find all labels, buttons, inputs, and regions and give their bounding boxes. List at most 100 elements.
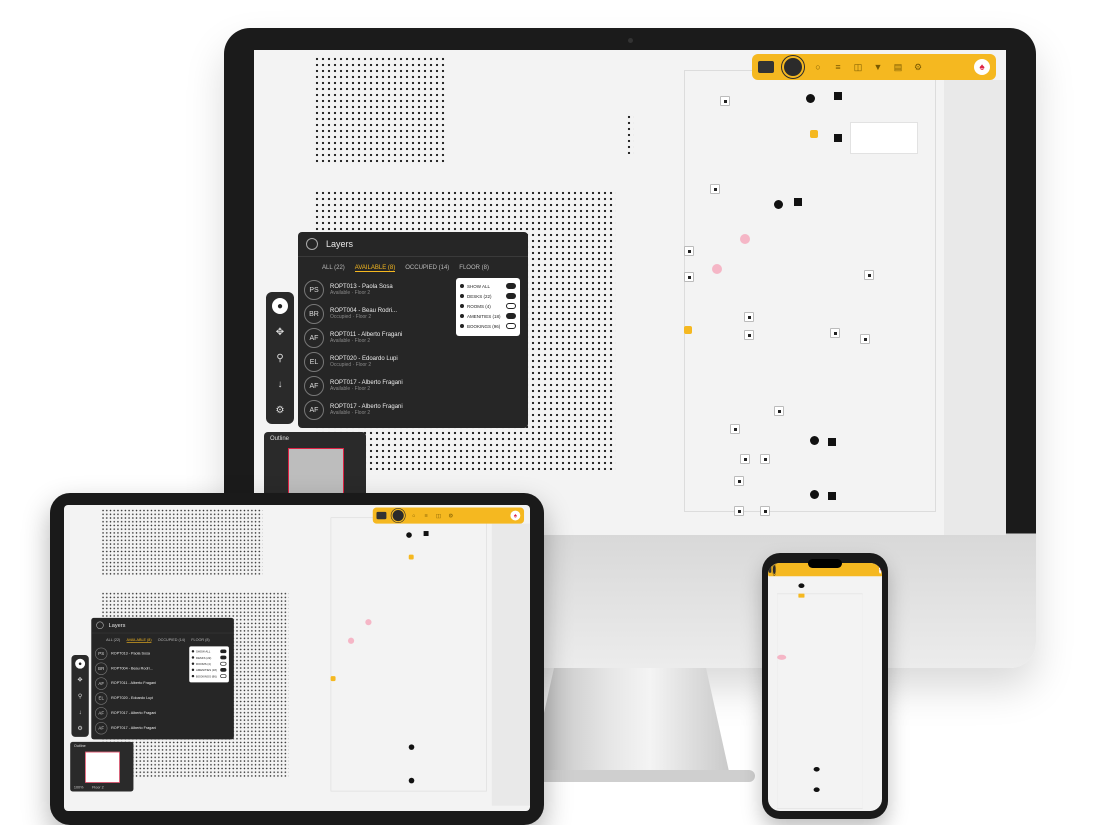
- occupied-marker[interactable]: [813, 787, 820, 792]
- room-marker[interactable]: [834, 92, 842, 100]
- occupied-marker[interactable]: [813, 767, 820, 772]
- search-icon[interactable]: ⚲: [75, 691, 85, 701]
- toggle[interactable]: [220, 661, 227, 666]
- tab-available[interactable]: AVAILABLE (8): [354, 265, 396, 272]
- grid-icon[interactable]: [768, 566, 772, 573]
- list-item[interactable]: AF ROPT017 - Alberto Fragani: [91, 706, 234, 721]
- logo-icon[interactable]: [391, 508, 405, 523]
- minimap-viewport[interactable]: [288, 448, 344, 498]
- desk-node[interactable]: [760, 454, 770, 464]
- selected-marker[interactable]: [777, 654, 787, 660]
- map-icon[interactable]: ◫: [852, 61, 864, 73]
- filter-option[interactable]: BOOKINGS (96): [460, 321, 516, 331]
- filter-option[interactable]: AMENITIES (18): [460, 311, 516, 321]
- list-icon[interactable]: ≡: [422, 512, 429, 519]
- room-marker[interactable]: [834, 134, 842, 142]
- bell-icon[interactable]: ○: [812, 61, 824, 73]
- occupied-marker[interactable]: [798, 583, 805, 588]
- desk-node[interactable]: [710, 184, 720, 194]
- user-avatar-icon[interactable]: ♠: [878, 565, 882, 574]
- room-marker[interactable]: [423, 531, 429, 536]
- list-item[interactable]: AF ROPT017 - Alberto Fragani Available · F…: [298, 374, 528, 398]
- logo-icon[interactable]: [772, 564, 776, 576]
- tab-occupied[interactable]: OCCUPIED (14): [405, 265, 449, 272]
- move-icon[interactable]: ✥: [272, 324, 288, 340]
- occupied-marker[interactable]: [810, 436, 819, 445]
- grid-icon[interactable]: [376, 511, 387, 520]
- desk-node[interactable]: [720, 96, 730, 106]
- settings-icon[interactable]: ⚙: [272, 402, 288, 418]
- grid-icon[interactable]: [758, 61, 774, 73]
- minimap-viewport[interactable]: [85, 751, 120, 783]
- filter-option[interactable]: ROOMS (4): [460, 301, 516, 311]
- desk-node[interactable]: [734, 506, 744, 516]
- toggle[interactable]: [220, 668, 227, 672]
- map-icon[interactable]: ◫: [435, 512, 442, 519]
- desk-node[interactable]: [684, 246, 694, 256]
- logo-icon[interactable]: [782, 56, 804, 78]
- occupied-marker[interactable]: [774, 200, 783, 209]
- occupied-marker[interactable]: [810, 490, 819, 499]
- desk-node[interactable]: [860, 334, 870, 344]
- occupied-marker[interactable]: [408, 744, 415, 750]
- list-item[interactable]: AF ROPT017 - Alberto Fragani Available · F…: [298, 398, 528, 422]
- toggle[interactable]: [506, 293, 516, 299]
- filter-icon[interactable]: ▼: [872, 61, 884, 73]
- tab-all[interactable]: ALL (22): [106, 638, 120, 642]
- selected-marker[interactable]: [740, 234, 750, 244]
- settings-icon[interactable]: ⚙: [912, 61, 924, 73]
- search-icon[interactable]: ⚲: [272, 350, 288, 366]
- list-icon[interactable]: ≡: [832, 61, 844, 73]
- occupied-marker[interactable]: [406, 532, 412, 538]
- filter-option[interactable]: DESKS (22): [460, 291, 516, 301]
- room-marker[interactable]: [794, 198, 802, 206]
- filter-option[interactable]: SHOW ALL: [460, 281, 516, 291]
- bell-icon[interactable]: ○: [410, 512, 417, 519]
- toggle[interactable]: [506, 313, 516, 319]
- toggle[interactable]: [220, 674, 227, 678]
- list-item[interactable]: EL ROPT020 - Edoardo Lupi Occupied · Floor…: [298, 350, 528, 374]
- filter-option[interactable]: BOOKINGS (96): [191, 673, 227, 679]
- desk-node[interactable]: [830, 328, 840, 338]
- tab-occupied[interactable]: OCCUPIED (14): [158, 638, 185, 642]
- move-icon[interactable]: ✥: [75, 675, 85, 685]
- toggle[interactable]: [220, 649, 227, 654]
- settings-icon[interactable]: ⚙: [75, 723, 85, 733]
- toggle[interactable]: [506, 323, 516, 329]
- desk-node[interactable]: [730, 424, 740, 434]
- desk-node[interactable]: [734, 476, 744, 486]
- available-marker[interactable]: [810, 130, 818, 138]
- list-item[interactable]: EL ROPT020 - Edoardo Lupi: [91, 691, 234, 706]
- toggle[interactable]: [506, 303, 516, 309]
- tab-floor[interactable]: FLOOR (8): [459, 265, 489, 272]
- room-marker[interactable]: [828, 492, 836, 500]
- selected-marker[interactable]: [347, 637, 355, 644]
- desk-node[interactable]: [740, 454, 750, 464]
- chart-icon[interactable]: ▤: [892, 61, 904, 73]
- zoom-level[interactable]: 100%: [74, 786, 84, 790]
- selected-marker[interactable]: [712, 264, 722, 274]
- available-marker[interactable]: [798, 593, 805, 598]
- desk-node[interactable]: [774, 406, 784, 416]
- pin-icon[interactable]: ●: [75, 658, 86, 669]
- user-avatar-icon[interactable]: ♠: [510, 510, 521, 521]
- room-marker[interactable]: [828, 438, 836, 446]
- floor-selector[interactable]: Floor 2: [92, 786, 104, 790]
- available-marker[interactable]: [684, 326, 692, 334]
- toggle[interactable]: [506, 283, 516, 289]
- settings-icon[interactable]: ⚙: [447, 512, 454, 519]
- list-item[interactable]: AF ROPT017 - Alberto Fragani: [91, 721, 234, 736]
- desk-node[interactable]: [760, 506, 770, 516]
- desk-node[interactable]: [684, 272, 694, 282]
- desk-node[interactable]: [744, 330, 754, 340]
- user-avatar-icon[interactable]: ♠: [974, 59, 990, 75]
- pin-icon[interactable]: ●: [272, 298, 288, 314]
- tab-available[interactable]: AVAILABLE (8): [126, 638, 152, 643]
- occupied-marker[interactable]: [806, 94, 815, 103]
- selected-marker[interactable]: [365, 619, 372, 626]
- tab-all[interactable]: ALL (22): [322, 265, 345, 272]
- download-icon[interactable]: ↓: [272, 376, 288, 392]
- available-marker[interactable]: [408, 554, 414, 560]
- tab-floor[interactable]: FLOOR (8): [191, 638, 209, 642]
- occupied-marker[interactable]: [408, 777, 415, 784]
